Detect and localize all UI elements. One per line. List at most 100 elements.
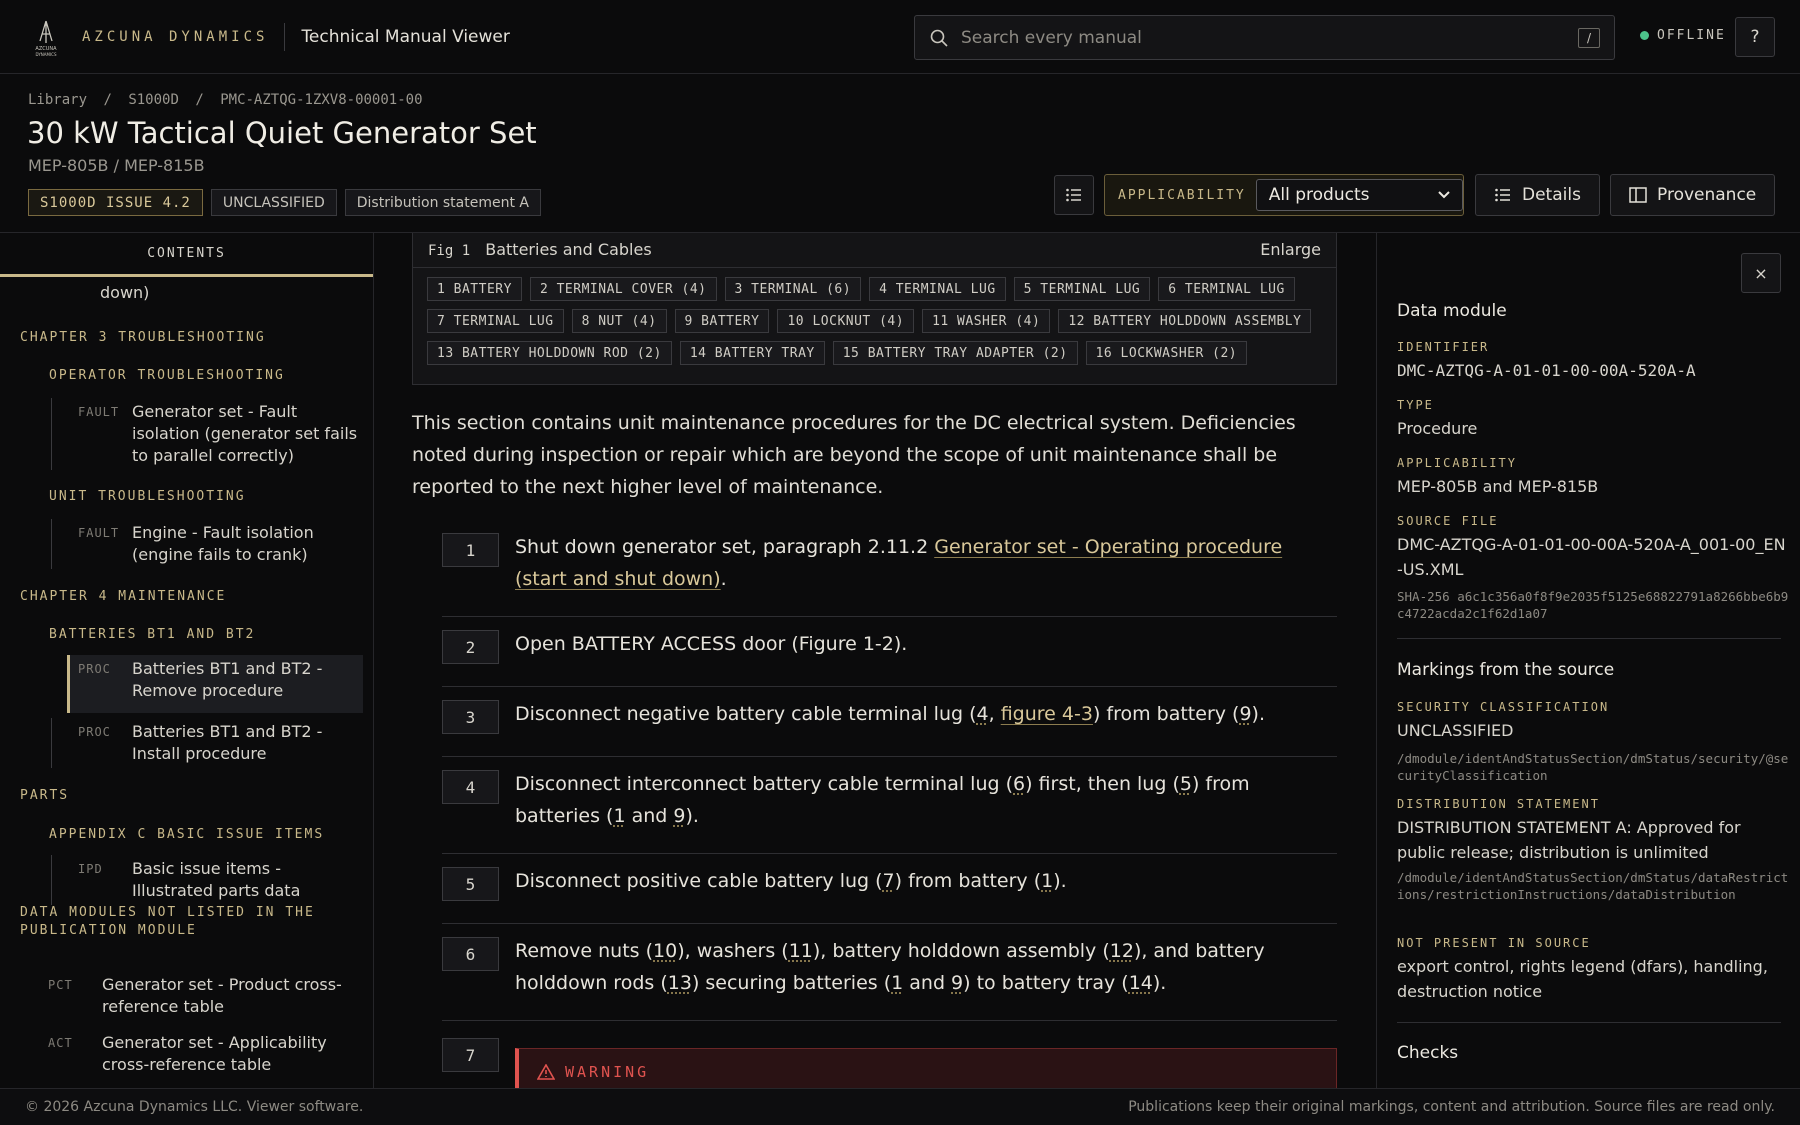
part-ref[interactable]: 9 (673, 805, 685, 827)
toc-section-batteries[interactable]: BATTERIES BT1 AND BT2 (49, 627, 255, 642)
provenance-button[interactable]: Provenance (1610, 174, 1776, 216)
applicability-value: MEP-805B and MEP-815B (1397, 477, 1599, 496)
part-ref[interactable]: 7 (883, 870, 895, 892)
toc-section-operator-troubleshooting[interactable]: OPERATOR TROUBLESHOOTING (49, 368, 285, 383)
toc-chapter-3[interactable]: CHAPTER 3 TROUBLESHOOTING (20, 329, 266, 347)
step-text: Remove nuts (10), washers (11), battery … (515, 940, 1265, 994)
applicability-label: APPLICABILITY (1397, 456, 1517, 470)
breadcrumb-separator: / (103, 92, 112, 108)
figure-part-tag[interactable]: 10 LOCKNUT (4) (777, 309, 915, 333)
step-number: 3 (442, 700, 499, 734)
brand[interactable]: AZCUNA DYNAMICS AZCUNA DYNAMICS (0, 17, 268, 57)
markings-heading: Markings from the source (1397, 660, 1615, 680)
figure-part-tag[interactable]: 1 BATTERY (427, 277, 522, 301)
connection-status: OFFLINE (1640, 28, 1726, 43)
details-button[interactable]: Details (1475, 174, 1600, 216)
enlarge-figure-button[interactable]: Enlarge (1260, 240, 1321, 259)
part-ref[interactable]: 10 (653, 940, 677, 962)
search-input[interactable] (961, 27, 1578, 48)
distribution-xpath: /dmodule/identAndStatusSection/dmStatus/… (1397, 870, 1789, 902)
status-dot-icon (1640, 31, 1649, 40)
breadcrumb-library[interactable]: Library (28, 92, 87, 108)
part-ref[interactable]: 13 (668, 972, 692, 994)
search-box[interactable]: / (914, 15, 1615, 60)
toc-item-product-cross-reference[interactable]: PCT Generator set - Product cross-refere… (22, 971, 362, 1021)
figure-part-tag[interactable]: 3 TERMINAL (6) (724, 277, 862, 301)
toc-unlisted-modules[interactable]: DATA MODULES NOT LISTED IN THE PUBLICATI… (20, 904, 350, 940)
breadcrumb-s1000d[interactable]: S1000D (128, 92, 179, 108)
procedure-content[interactable]: Fig 1 Batteries and Cables Enlarge 1 BAT… (375, 233, 1375, 1088)
toc-chapter-4[interactable]: CHAPTER 4 MAINTENANCE (20, 588, 226, 606)
figure-part-tag[interactable]: 12 BATTERY HOLDDOWN ASSEMBLY (1058, 309, 1312, 333)
toc-item-batteries-install[interactable]: PROC Batteries BT1 and BT2 - Install pro… (51, 718, 363, 768)
part-ref[interactable]: 12 (1110, 940, 1134, 962)
toc-section-appendix-c[interactable]: APPENDIX C BASIC ISSUE ITEMS (49, 827, 324, 842)
figure-part-tag[interactable]: 7 TERMINAL LUG (427, 309, 564, 333)
step-number: 7 (442, 1038, 499, 1072)
figure-part-tag[interactable]: 8 NUT (4) (571, 309, 667, 333)
figure-part-tag[interactable]: 9 BATTERY (674, 309, 770, 333)
part-ref[interactable]: 5 (1180, 773, 1192, 795)
toc-item-basic-issue-items[interactable]: IPD Basic issue items - Illustrated part… (51, 855, 363, 905)
identifier-value: DMC-AZTQG-A-01-01-00-00A-520A-A (1397, 361, 1696, 380)
applicability-filter: APPLICABILITY All products (1104, 174, 1464, 216)
figure-part-tag[interactable]: 6 TERMINAL LUG (1158, 277, 1295, 301)
figure-part-tag[interactable]: 5 TERMINAL LUG (1013, 277, 1151, 301)
part-ref[interactable]: 1 (891, 972, 903, 994)
step-4: 4 Disconnect interconnect battery cable … (442, 768, 1337, 854)
toc-item-type: PCT (48, 978, 73, 992)
part-ref[interactable]: 11 (789, 940, 813, 962)
sha-hash: SHA-256 a6c1c356a0f8f9e2035f5125e6882279… (1397, 589, 1789, 621)
toc-item-type: IPD (78, 862, 103, 876)
toc-item-engine-fault[interactable]: FAULT Engine - Fault isolation (engine f… (51, 519, 363, 569)
toc-parts[interactable]: PARTS (20, 787, 69, 805)
breadcrumb: Library / S1000D / PMC-AZTQG-1ZXV8-00001… (28, 92, 431, 108)
step-text: Disconnect interconnect battery cable te… (515, 773, 1250, 827)
part-ref[interactable]: 9 (951, 972, 963, 994)
toc-item-generator-fault[interactable]: FAULT Generator set - Fault isolation (g… (51, 398, 363, 470)
figure-part-tag[interactable]: 11 WASHER (4) (922, 309, 1051, 333)
step-7: 7 WARNING (442, 1036, 1337, 1088)
brand-logo-icon: AZCUNA DYNAMICS (35, 20, 57, 57)
figure-part-tag[interactable]: 2 TERMINAL COVER (4) (529, 277, 717, 301)
figure-part-tag[interactable]: 4 TERMINAL LUG (869, 277, 1006, 301)
step-number: 6 (442, 937, 499, 971)
toc-item-applicability-cross-reference[interactable]: ACT Generator set - Applicability cross-… (22, 1029, 362, 1079)
figure-part-tag[interactable]: 14 BATTERY TRAY (679, 341, 825, 365)
part-ref[interactable]: 6 (1013, 773, 1025, 795)
figure-part-tag[interactable]: 13 BATTERY HOLDDOWN ROD (2) (427, 341, 672, 365)
security-classification-label: SECURITY CLASSIFICATION (1397, 700, 1610, 714)
toc-cut-item-label[interactable]: down) (100, 283, 149, 302)
identifier-label: IDENTIFIER (1397, 340, 1490, 354)
step-number: 4 (442, 770, 499, 804)
close-panel-button[interactable]: × (1741, 253, 1781, 293)
outline-toggle-button[interactable] (1054, 175, 1094, 215)
figure-part-tag[interactable]: 16 LOCKWASHER (2) (1085, 341, 1248, 365)
details-button-label: Details (1522, 185, 1581, 205)
part-ref[interactable]: 9 (1239, 703, 1251, 725)
part-ref[interactable]: 1 (613, 805, 625, 827)
distribution-statement-label: DISTRIBUTION STATEMENT (1397, 797, 1600, 811)
panel-divider (1397, 638, 1781, 639)
figure-part-tag[interactable]: 15 BATTERY TRAY ADAPTER (2) (832, 341, 1078, 365)
source-file-value: DMC-AZTQG-A-01-01-00-00A-520A-A_001-00_E… (1397, 535, 1786, 579)
security-xpath: /dmodule/identAndStatusSection/dmStatus/… (1397, 751, 1789, 783)
brand-divider (284, 22, 286, 51)
details-panel[interactable]: × Data module IDENTIFIER DMC-AZTQG-A-01-… (1376, 233, 1800, 1088)
step-5: 5 Disconnect positive cable battery lug … (442, 865, 1337, 924)
step-1: 1 Shut down generator set, paragraph 2.1… (442, 531, 1337, 617)
figure-link[interactable]: figure 4-3 (1001, 703, 1093, 725)
contents-sidebar[interactable]: CONTENTS down) CHAPTER 3 TROUBLESHOOTING… (0, 233, 374, 1088)
toc-item-batteries-remove[interactable]: PROC Batteries BT1 and BT2 - Remove proc… (67, 655, 363, 713)
applicability-select[interactable]: All products (1255, 179, 1463, 211)
part-ref[interactable]: 1 (1041, 870, 1053, 892)
toc-section-unit-troubleshooting[interactable]: UNIT TROUBLESHOOTING (49, 489, 246, 504)
help-button[interactable]: ? (1735, 17, 1775, 57)
part-ref[interactable]: 14 (1129, 972, 1153, 994)
toc-item-type: FAULT (78, 526, 120, 540)
panel-divider (1397, 1022, 1781, 1023)
part-ref[interactable]: 4 (977, 703, 989, 725)
search-icon (930, 29, 948, 47)
contents-tab[interactable]: CONTENTS (0, 233, 373, 277)
figure-header: Fig 1 Batteries and Cables Enlarge (413, 233, 1336, 268)
